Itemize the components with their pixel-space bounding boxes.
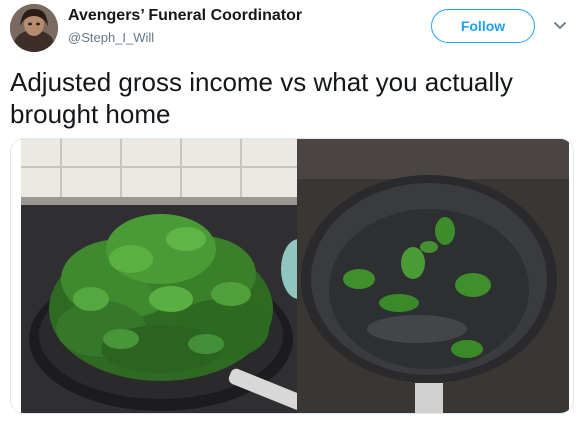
tweet-media[interactable] (10, 138, 574, 414)
tweet-header: Avengers’ Funeral Coordinator @Steph_I_W… (0, 0, 582, 60)
author-handle[interactable]: @Steph_I_Will (68, 30, 154, 45)
tweet-text: Adjusted gross income vs what you actual… (10, 67, 513, 129)
spinach-pan-full-image (21, 139, 303, 413)
follow-button[interactable]: Follow (431, 9, 535, 43)
author-name[interactable]: Avengers’ Funeral Coordinator (68, 7, 302, 25)
photo-spinach-raw[interactable] (21, 139, 303, 413)
chevron-down-icon[interactable] (553, 19, 567, 33)
photo-spinach-cooked[interactable] (297, 139, 569, 413)
avatar-photo (10, 4, 58, 52)
spinach-pan-shrunk-image (297, 139, 569, 413)
avatar[interactable] (10, 4, 58, 52)
